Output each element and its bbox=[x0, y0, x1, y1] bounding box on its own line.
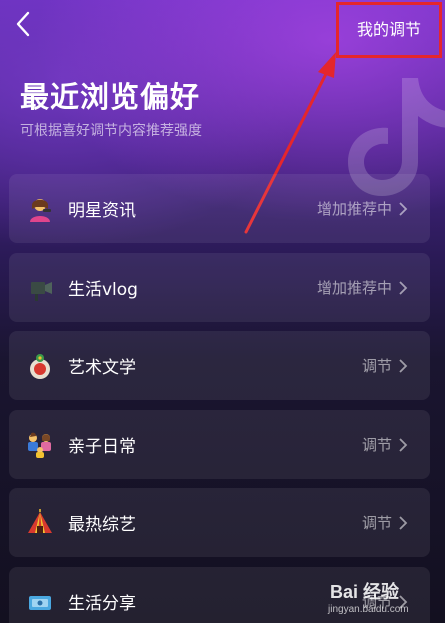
item-action[interactable]: 调节 bbox=[362, 512, 408, 533]
page-subtitle: 可根据喜好调节内容推荐强度 bbox=[20, 123, 202, 139]
item-action[interactable]: 增加推荐中 bbox=[317, 277, 408, 298]
page-title: 最近浏览偏好 bbox=[20, 80, 201, 114]
my-adjust-label: 我的调节 bbox=[356, 20, 421, 39]
list-item[interactable]: 生活vlog 增加推荐中 bbox=[9, 253, 430, 322]
item-name: 生活vlog bbox=[68, 280, 138, 300]
item-action-label: 增加推荐中 bbox=[316, 279, 392, 297]
chevron-right-icon bbox=[399, 437, 408, 452]
item-action-label: 调节 bbox=[361, 514, 392, 532]
list-item[interactable]: 明星资讯 增加推荐中 bbox=[9, 174, 430, 243]
chevron-right-icon bbox=[399, 201, 408, 216]
list-item[interactable]: 艺术文学 调节 bbox=[9, 331, 430, 400]
item-name: 最热综艺 bbox=[68, 515, 136, 535]
celebrity-emoji-icon bbox=[25, 194, 55, 224]
item-action-label: 调节 bbox=[361, 357, 392, 375]
camera-emoji-icon bbox=[25, 273, 55, 303]
art-emoji-icon bbox=[25, 351, 55, 381]
circus-tent-emoji-icon bbox=[25, 508, 55, 538]
item-name: 亲子日常 bbox=[68, 437, 136, 457]
watermark-url: jingyan.baidu.com bbox=[328, 604, 409, 615]
item-name: 生活分享 bbox=[68, 594, 136, 614]
item-action[interactable]: 调节 bbox=[362, 434, 408, 455]
chevron-right-icon bbox=[399, 280, 408, 295]
list-item[interactable]: 亲子日常 调节 bbox=[9, 410, 430, 479]
baidu-jingyan-watermark: Bai 经验 bbox=[330, 582, 400, 602]
my-adjust-button[interactable]: 我的调节 bbox=[336, 2, 442, 58]
list-item[interactable]: 最热综艺 调节 bbox=[9, 488, 430, 557]
chevron-left-icon bbox=[16, 11, 30, 37]
item-action[interactable]: 调节 bbox=[362, 355, 408, 376]
share-emoji-icon bbox=[25, 587, 55, 617]
family-emoji-icon bbox=[25, 430, 55, 460]
item-name: 艺术文学 bbox=[68, 358, 136, 378]
item-name: 明星资讯 bbox=[68, 201, 136, 221]
chevron-right-icon bbox=[399, 358, 408, 373]
item-action[interactable]: 增加推荐中 bbox=[317, 198, 408, 219]
chevron-right-icon bbox=[399, 515, 408, 530]
back-button[interactable] bbox=[8, 8, 38, 40]
item-action-label: 增加推荐中 bbox=[316, 200, 392, 218]
item-action-label: 调节 bbox=[361, 436, 392, 454]
